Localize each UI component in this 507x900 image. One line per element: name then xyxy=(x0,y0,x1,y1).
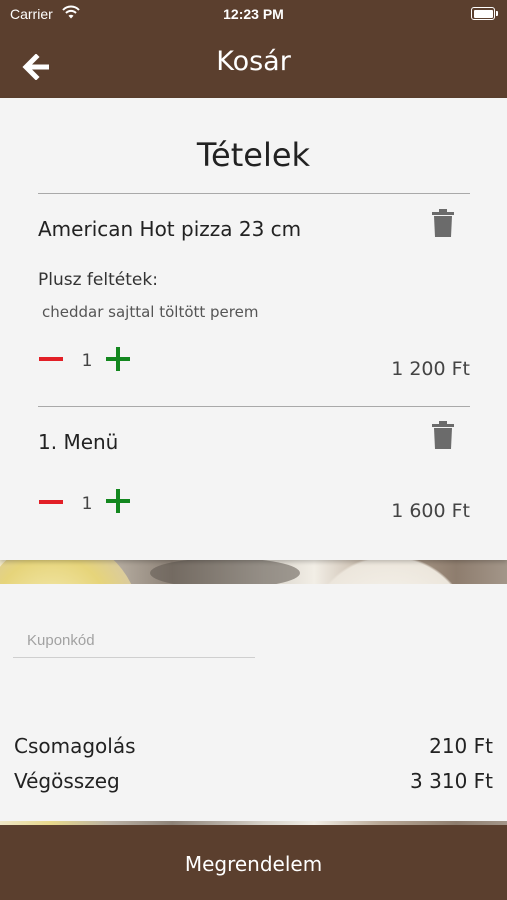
trash-icon[interactable] xyxy=(431,209,455,237)
battery-icon xyxy=(471,7,498,20)
extras-label: Plusz feltétek: xyxy=(38,270,158,290)
decrease-quantity-button[interactable] xyxy=(39,500,63,504)
cart-item-name: 1. Menü xyxy=(38,430,119,454)
status-bar: Carrier 12:23 PM xyxy=(0,0,507,30)
quantity-value: 1 xyxy=(81,351,93,371)
order-button[interactable]: Megrendelem xyxy=(0,825,507,900)
packaging-row: Csomagolás 210 Ft xyxy=(14,734,493,758)
packaging-label: Csomagolás xyxy=(14,734,136,758)
item-price: 1 200 Ft xyxy=(391,358,470,380)
total-value: 3 310 Ft xyxy=(410,769,493,793)
increase-quantity-button[interactable] xyxy=(106,489,130,513)
totals-panel: Csomagolás 210 Ft Végösszeg 3 310 Ft xyxy=(0,701,507,821)
extras-value: cheddar sajttal töltött perem xyxy=(42,303,259,321)
packaging-value: 210 Ft xyxy=(429,734,493,758)
order-button-label: Megrendelem xyxy=(184,852,323,876)
decrease-quantity-button[interactable] xyxy=(39,357,63,361)
coupon-panel xyxy=(0,584,507,701)
divider xyxy=(38,406,470,407)
nav-bar: Kosár xyxy=(0,30,507,98)
trash-icon[interactable] xyxy=(431,421,455,449)
increase-quantity-button[interactable] xyxy=(106,347,130,371)
coupon-input[interactable] xyxy=(13,624,255,658)
item-price: 1 600 Ft xyxy=(391,500,470,522)
cart-card: Tételek American Hot pizza 23 cm Plusz f… xyxy=(0,98,507,560)
page-title: Kosár xyxy=(216,46,291,77)
status-time: 12:23 PM xyxy=(223,6,284,22)
cart-item-name: American Hot pizza 23 cm xyxy=(38,217,302,241)
total-label: Végösszeg xyxy=(14,769,120,793)
quantity-value: 1 xyxy=(81,494,93,514)
divider xyxy=(38,193,470,194)
total-row: Végösszeg 3 310 Ft xyxy=(14,769,493,793)
cart-heading: Tételek xyxy=(196,136,311,174)
